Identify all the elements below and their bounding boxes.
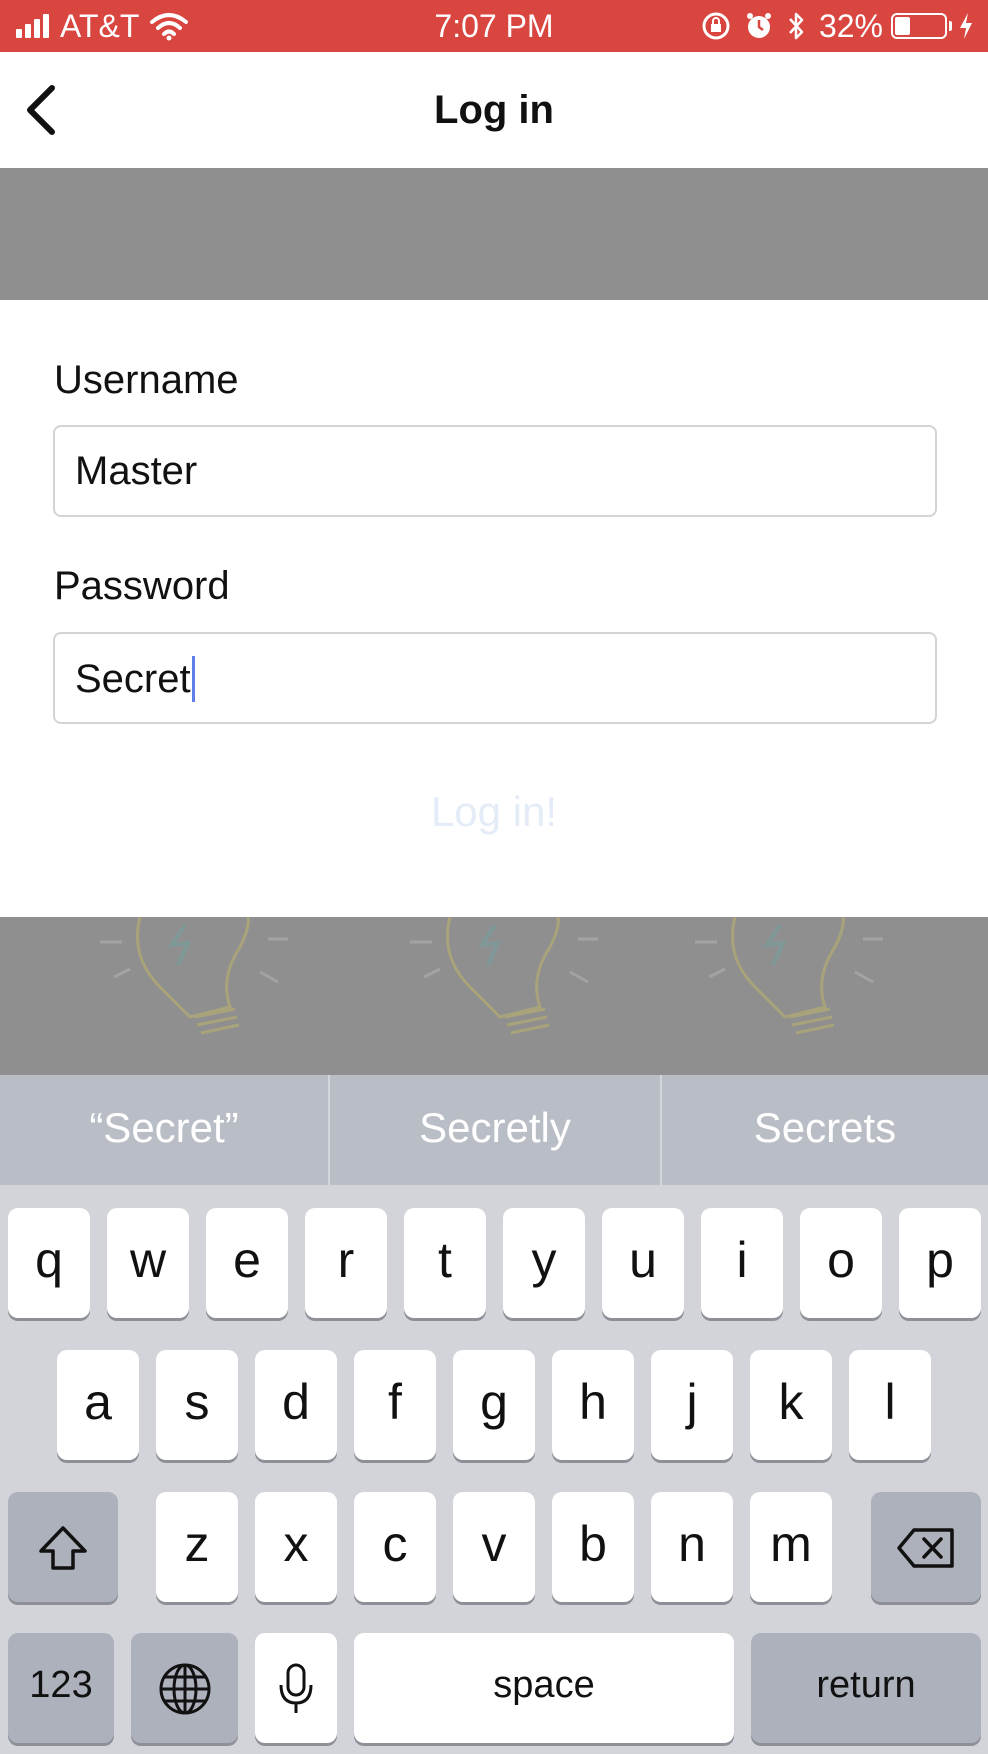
globe-icon (159, 1663, 210, 1715)
key-h[interactable]: h (552, 1350, 634, 1460)
text-cursor (191, 656, 195, 702)
key-x[interactable]: x (255, 1492, 337, 1602)
password-value: Secret (75, 657, 191, 701)
key-j[interactable]: j (651, 1350, 733, 1460)
username-label: Username (54, 358, 239, 402)
key-y[interactable]: y (503, 1208, 585, 1318)
charging-bolt-icon (960, 13, 972, 39)
space-key[interactable]: space (354, 1633, 734, 1743)
key-g[interactable]: g (453, 1350, 535, 1460)
navigation-bar: Log in (0, 52, 988, 168)
microphone-icon (279, 1663, 313, 1713)
numbers-key[interactable]: 123 (8, 1633, 114, 1743)
battery-icon (891, 13, 947, 39)
key-s[interactable]: s (156, 1350, 238, 1460)
page-title: Log in (434, 88, 554, 132)
key-e[interactable]: e (206, 1208, 288, 1318)
key-f[interactable]: f (354, 1350, 436, 1460)
password-value-wrap: Secret (75, 656, 195, 702)
password-field[interactable]: Secret (53, 632, 937, 724)
suggestion-item[interactable]: “Secret” (0, 1075, 328, 1185)
key-k[interactable]: k (750, 1350, 832, 1460)
alarm-icon (746, 13, 771, 38)
return-key[interactable]: return (751, 1633, 981, 1743)
status-right: 32% (701, 8, 974, 44)
password-label: Password (54, 564, 230, 608)
globe-key[interactable] (131, 1633, 238, 1743)
key-o[interactable]: o (800, 1208, 882, 1318)
login-button[interactable]: Log in! (0, 788, 988, 836)
username-value: Master (75, 449, 198, 493)
suggestion-bar: “Secret” Secretly Secrets (0, 1075, 988, 1185)
key-r[interactable]: r (305, 1208, 387, 1318)
key-i[interactable]: i (701, 1208, 783, 1318)
lightbulb-icon (100, 917, 288, 1035)
backspace-icon (897, 1528, 954, 1568)
status-bar: AT&T 7:07 PM 32% (0, 0, 988, 52)
delete-key[interactable] (871, 1492, 981, 1602)
login-form: Username Master Password Secret Log in! (0, 300, 988, 917)
battery-percent: 32% (818, 7, 883, 44)
username-field[interactable]: Master (53, 425, 937, 517)
shift-icon (39, 1526, 87, 1570)
key-b[interactable]: b (552, 1492, 634, 1602)
key-n[interactable]: n (651, 1492, 733, 1602)
key-t[interactable]: t (404, 1208, 486, 1318)
dictation-key[interactable] (255, 1633, 337, 1743)
lightbulb-icon (410, 917, 598, 1035)
lightbulb-icon (695, 917, 883, 1035)
key-a[interactable]: a (57, 1350, 139, 1460)
key-v[interactable]: v (453, 1492, 535, 1602)
key-c[interactable]: c (354, 1492, 436, 1602)
key-u[interactable]: u (602, 1208, 684, 1318)
login-screen: AT&T 7:07 PM 32% Log in Username Master … (0, 0, 988, 1754)
key-p[interactable]: p (899, 1208, 981, 1318)
key-d[interactable]: d (255, 1350, 337, 1460)
dimmed-background-top (0, 168, 988, 300)
suggestion-item[interactable]: Secretly (330, 1075, 660, 1185)
key-w[interactable]: w (107, 1208, 189, 1318)
keyboard: “Secret” Secretly Secrets q w e r t y u … (0, 1075, 988, 1754)
key-q[interactable]: q (8, 1208, 90, 1318)
bluetooth-icon (789, 12, 804, 40)
rotation-lock-icon (702, 12, 730, 40)
key-m[interactable]: m (750, 1492, 832, 1602)
suggestion-item[interactable]: Secrets (662, 1075, 988, 1185)
key-z[interactable]: z (156, 1492, 238, 1602)
key-l[interactable]: l (849, 1350, 931, 1460)
shift-key[interactable] (8, 1492, 118, 1602)
battery-tip (949, 21, 952, 31)
